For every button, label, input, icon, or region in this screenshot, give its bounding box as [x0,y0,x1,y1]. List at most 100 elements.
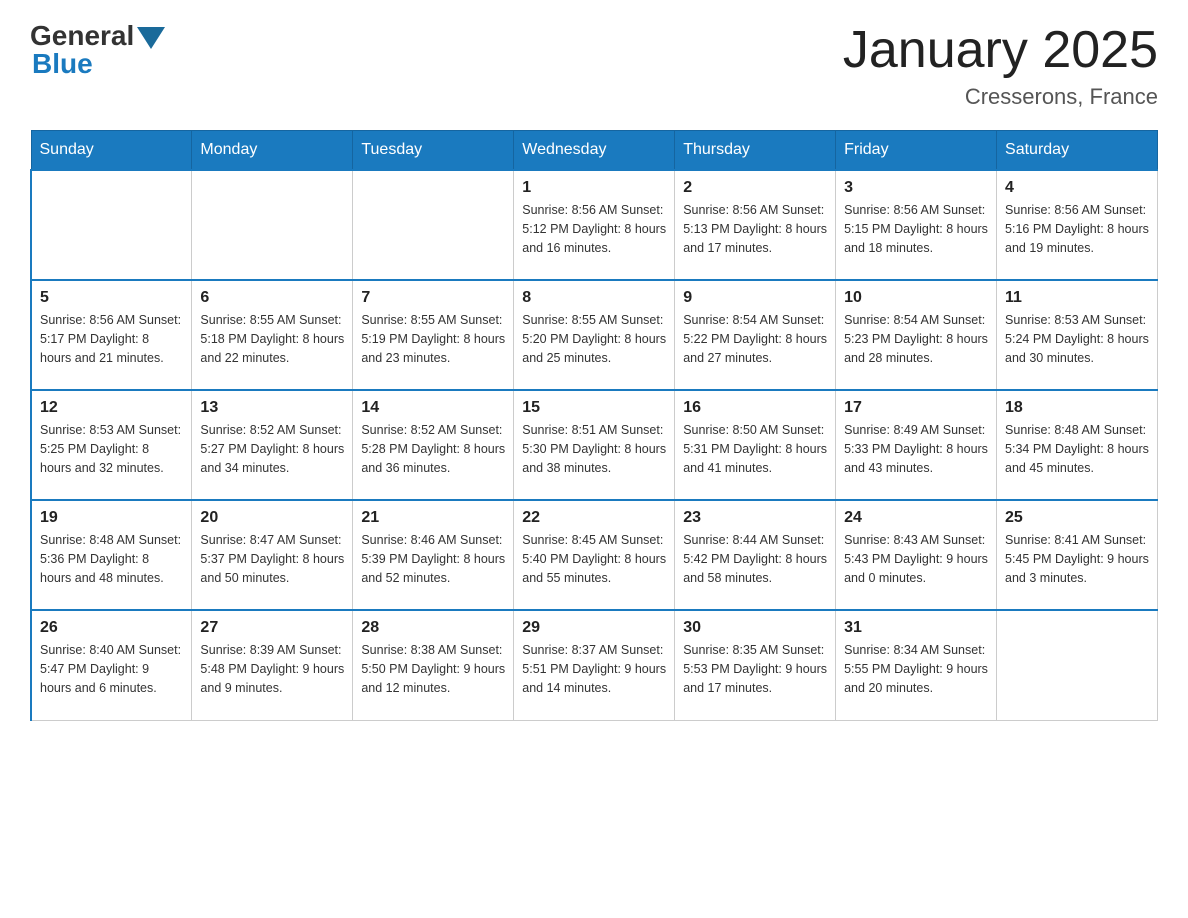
calendar-week-row: 26 Sunrise: 8:40 AM Sunset: 5:47 PM Dayli… [31,610,1158,720]
day-number: 8 [522,289,666,307]
day-info: Sunrise: 8:48 AM Sunset: 5:34 PM Dayligh… [1005,421,1149,477]
day-number: 20 [200,509,344,527]
calendar-cell: 10 Sunrise: 8:54 AM Sunset: 5:23 PM Dayli… [836,280,997,390]
calendar-week-row: 1 Sunrise: 8:56 AM Sunset: 5:12 PM Daylig… [31,170,1158,280]
calendar-table: SundayMondayTuesdayWednesdayThursdayFrid… [30,130,1158,721]
day-info: Sunrise: 8:40 AM Sunset: 5:47 PM Dayligh… [40,641,183,697]
day-info: Sunrise: 8:56 AM Sunset: 5:12 PM Dayligh… [522,201,666,257]
day-number: 16 [683,399,827,417]
calendar-week-row: 12 Sunrise: 8:53 AM Sunset: 5:25 PM Dayli… [31,390,1158,500]
calendar-header-row: SundayMondayTuesdayWednesdayThursdayFrid… [31,131,1158,171]
day-info: Sunrise: 8:52 AM Sunset: 5:28 PM Dayligh… [361,421,505,477]
day-number: 24 [844,509,988,527]
day-number: 12 [40,399,183,417]
day-info: Sunrise: 8:49 AM Sunset: 5:33 PM Dayligh… [844,421,988,477]
day-info: Sunrise: 8:41 AM Sunset: 5:45 PM Dayligh… [1005,531,1149,587]
day-number: 25 [1005,509,1149,527]
calendar-cell: 9 Sunrise: 8:54 AM Sunset: 5:22 PM Daylig… [675,280,836,390]
page-header: General Blue January 2025 Cresserons, Fr… [30,20,1158,110]
calendar-cell: 4Sunrise: 8:56 AM Sunset: 5:16 PM Daylig… [997,170,1158,280]
calendar-cell: 7 Sunrise: 8:55 AM Sunset: 5:19 PM Daylig… [353,280,514,390]
header-wednesday: Wednesday [514,131,675,171]
logo-triangle-icon [137,27,165,49]
calendar-cell: 5 Sunrise: 8:56 AM Sunset: 5:17 PM Daylig… [31,280,192,390]
day-number: 29 [522,619,666,637]
day-info: Sunrise: 8:56 AM Sunset: 5:15 PM Dayligh… [844,201,988,257]
calendar-cell: 24Sunrise: 8:43 AM Sunset: 5:43 PM Dayli… [836,500,997,610]
day-number: 26 [40,619,183,637]
day-number: 2 [683,179,827,197]
calendar-cell: 29 Sunrise: 8:37 AM Sunset: 5:51 PM Dayli… [514,610,675,720]
day-number: 5 [40,289,183,307]
calendar-cell: 31 Sunrise: 8:34 AM Sunset: 5:55 PM Dayli… [836,610,997,720]
day-info: Sunrise: 8:34 AM Sunset: 5:55 PM Dayligh… [844,641,988,697]
calendar-cell: 16 Sunrise: 8:50 AM Sunset: 5:31 PM Dayli… [675,390,836,500]
day-number: 3 [844,179,988,197]
header-thursday: Thursday [675,131,836,171]
calendar-cell: 23 Sunrise: 8:44 AM Sunset: 5:42 PM Dayli… [675,500,836,610]
day-info: Sunrise: 8:55 AM Sunset: 5:19 PM Dayligh… [361,311,505,367]
calendar-cell: 25 Sunrise: 8:41 AM Sunset: 5:45 PM Dayli… [997,500,1158,610]
calendar-cell: 19Sunrise: 8:48 AM Sunset: 5:36 PM Dayli… [31,500,192,610]
day-number: 1 [522,179,666,197]
calendar-cell: 27 Sunrise: 8:39 AM Sunset: 5:48 PM Dayli… [192,610,353,720]
day-info: Sunrise: 8:53 AM Sunset: 5:25 PM Dayligh… [40,421,183,477]
calendar-subtitle: Cresserons, France [843,84,1158,110]
header-saturday: Saturday [997,131,1158,171]
day-number: 27 [200,619,344,637]
header-tuesday: Tuesday [353,131,514,171]
day-number: 31 [844,619,988,637]
calendar-week-row: 19Sunrise: 8:48 AM Sunset: 5:36 PM Dayli… [31,500,1158,610]
calendar-cell [997,610,1158,720]
header-sunday: Sunday [31,131,192,171]
day-info: Sunrise: 8:45 AM Sunset: 5:40 PM Dayligh… [522,531,666,587]
day-number: 21 [361,509,505,527]
calendar-cell: 12 Sunrise: 8:53 AM Sunset: 5:25 PM Dayli… [31,390,192,500]
day-info: Sunrise: 8:53 AM Sunset: 5:24 PM Dayligh… [1005,311,1149,367]
calendar-cell: 1 Sunrise: 8:56 AM Sunset: 5:12 PM Daylig… [514,170,675,280]
day-info: Sunrise: 8:39 AM Sunset: 5:48 PM Dayligh… [200,641,344,697]
calendar-cell [31,170,192,280]
day-number: 18 [1005,399,1149,417]
header-friday: Friday [836,131,997,171]
calendar-cell: 15Sunrise: 8:51 AM Sunset: 5:30 PM Dayli… [514,390,675,500]
calendar-cell: 13 Sunrise: 8:52 AM Sunset: 5:27 PM Dayli… [192,390,353,500]
calendar-cell: 21 Sunrise: 8:46 AM Sunset: 5:39 PM Dayli… [353,500,514,610]
calendar-cell [192,170,353,280]
day-info: Sunrise: 8:50 AM Sunset: 5:31 PM Dayligh… [683,421,827,477]
day-number: 23 [683,509,827,527]
calendar-cell: 17 Sunrise: 8:49 AM Sunset: 5:33 PM Dayli… [836,390,997,500]
day-info: Sunrise: 8:48 AM Sunset: 5:36 PM Dayligh… [40,531,183,587]
title-section: January 2025 Cresserons, France [843,20,1158,110]
day-number: 28 [361,619,505,637]
day-info: Sunrise: 8:54 AM Sunset: 5:23 PM Dayligh… [844,311,988,367]
day-info: Sunrise: 8:54 AM Sunset: 5:22 PM Dayligh… [683,311,827,367]
calendar-cell: 14 Sunrise: 8:52 AM Sunset: 5:28 PM Dayli… [353,390,514,500]
day-number: 10 [844,289,988,307]
day-info: Sunrise: 8:46 AM Sunset: 5:39 PM Dayligh… [361,531,505,587]
day-number: 11 [1005,289,1149,307]
day-number: 9 [683,289,827,307]
calendar-cell: 26 Sunrise: 8:40 AM Sunset: 5:47 PM Dayli… [31,610,192,720]
day-info: Sunrise: 8:38 AM Sunset: 5:50 PM Dayligh… [361,641,505,697]
day-number: 22 [522,509,666,527]
day-info: Sunrise: 8:35 AM Sunset: 5:53 PM Dayligh… [683,641,827,697]
day-number: 30 [683,619,827,637]
calendar-cell: 6Sunrise: 8:55 AM Sunset: 5:18 PM Daylig… [192,280,353,390]
day-info: Sunrise: 8:37 AM Sunset: 5:51 PM Dayligh… [522,641,666,697]
calendar-cell: 20Sunrise: 8:47 AM Sunset: 5:37 PM Dayli… [192,500,353,610]
day-info: Sunrise: 8:56 AM Sunset: 5:13 PM Dayligh… [683,201,827,257]
day-info: Sunrise: 8:56 AM Sunset: 5:17 PM Dayligh… [40,311,183,367]
day-number: 7 [361,289,505,307]
day-number: 4 [1005,179,1149,197]
day-number: 13 [200,399,344,417]
day-number: 6 [200,289,344,307]
day-info: Sunrise: 8:52 AM Sunset: 5:27 PM Dayligh… [200,421,344,477]
day-info: Sunrise: 8:44 AM Sunset: 5:42 PM Dayligh… [683,531,827,587]
header-monday: Monday [192,131,353,171]
calendar-title: January 2025 [843,20,1158,80]
day-info: Sunrise: 8:51 AM Sunset: 5:30 PM Dayligh… [522,421,666,477]
day-info: Sunrise: 8:55 AM Sunset: 5:20 PM Dayligh… [522,311,666,367]
day-number: 14 [361,399,505,417]
day-number: 17 [844,399,988,417]
